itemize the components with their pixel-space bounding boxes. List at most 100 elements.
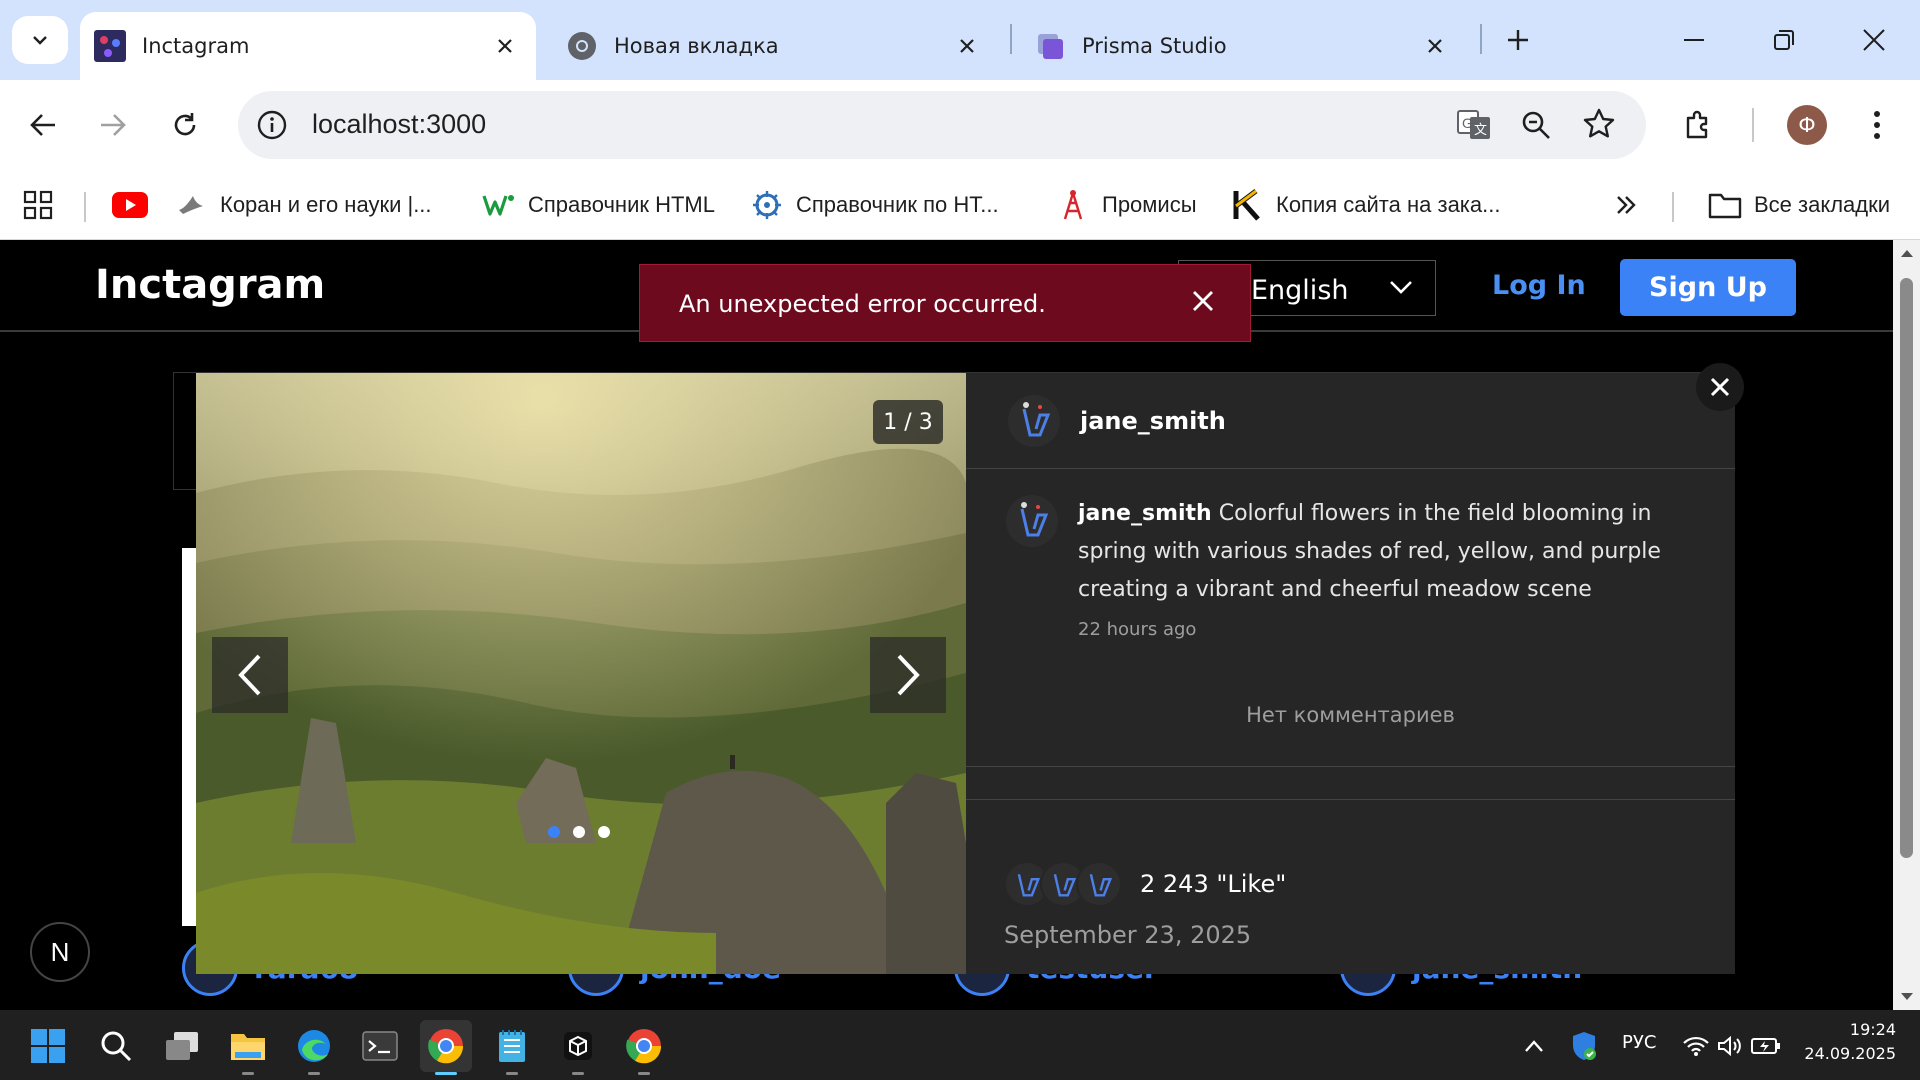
avatar: Ф (1787, 105, 1827, 145)
prev-slide-button[interactable] (212, 637, 288, 713)
login-link[interactable]: Log In (1492, 270, 1586, 301)
more-bookmarks-button[interactable] (1614, 184, 1638, 226)
chrome-icon (626, 1029, 662, 1064)
bookmark-html-reference[interactable]: Справочник HTML (482, 184, 715, 226)
running-indicator (506, 1072, 518, 1075)
chrome-profile-button[interactable] (618, 1020, 670, 1075)
scroll-down-icon[interactable] (1900, 992, 1914, 1002)
chrome-taskbar-button[interactable] (420, 1020, 472, 1075)
post-photo (196, 373, 966, 974)
address-bar[interactable]: localhost:3000 G文 (238, 91, 1646, 159)
tab-search-button[interactable] (12, 16, 68, 64)
close-window-button[interactable] (1844, 14, 1904, 66)
k-logo-icon (1230, 188, 1264, 222)
browser-toolbar: localhost:3000 G文 Ф (0, 80, 1920, 170)
bookmark-html-guide[interactable]: Справочник по HT... (750, 184, 999, 226)
toolbar-divider (1752, 108, 1754, 142)
signup-button[interactable]: Sign Up (1620, 259, 1796, 316)
bookmark-youtube[interactable] (112, 184, 148, 226)
cube-icon (564, 1032, 592, 1060)
bookmark-divider (1672, 192, 1674, 222)
chrome-icon (568, 32, 596, 60)
close-icon[interactable] (1192, 290, 1214, 312)
page-scrollbar[interactable] (1893, 240, 1920, 1010)
browser-tab-strip: Inctagram Новая вкладка Prisma Studio (0, 0, 1920, 80)
security-tray-button[interactable] (1558, 1020, 1610, 1072)
new-tab-button[interactable] (1488, 14, 1548, 66)
system-clock[interactable]: 19:24 24.09.2025 (1804, 1018, 1896, 1066)
bookmark-quran[interactable]: Коран и его науки |... (174, 184, 432, 226)
post-modal: 1 / 3 jane_smith jane_smith Colorful flo… (196, 363, 1744, 974)
tab-prisma-studio[interactable]: Prisma Studio (1020, 12, 1466, 80)
apps-grid-icon (23, 190, 53, 220)
extensions-button[interactable] (1674, 100, 1724, 150)
app-cube-button[interactable] (552, 1020, 604, 1075)
gear-wheel-icon (750, 188, 784, 222)
caption-author[interactable]: jane_smith (1078, 501, 1212, 526)
folder-icon (1708, 188, 1742, 222)
scroll-up-icon[interactable] (1900, 248, 1914, 258)
nextjs-devtools-button[interactable]: N (30, 922, 90, 982)
likes-row[interactable]: 2 243 "Like" (1004, 861, 1286, 907)
tab-title: Inctagram (142, 34, 250, 58)
site-info-icon[interactable] (256, 109, 288, 141)
plus-icon (1508, 30, 1528, 50)
slide-dot[interactable] (598, 826, 610, 838)
bookmark-divider (84, 192, 86, 222)
minimize-button[interactable] (1664, 14, 1724, 66)
terminal-button[interactable] (354, 1020, 406, 1072)
translate-icon[interactable]: G文 (1456, 107, 1492, 143)
close-tab-icon[interactable] (488, 29, 522, 63)
star-icon[interactable] (1582, 107, 1616, 141)
site-logo[interactable]: Inctagram (95, 262, 325, 308)
avatar[interactable] (1008, 394, 1060, 447)
scrollbar-thumb[interactable] (1900, 278, 1913, 858)
slide-dot[interactable] (548, 826, 560, 838)
all-bookmarks-button[interactable]: Все закладки (1708, 184, 1890, 226)
post-author[interactable]: jane_smith (1080, 407, 1226, 435)
terminal-icon (362, 1031, 398, 1061)
bookmark-promises[interactable]: Промисы (1056, 184, 1197, 226)
slide-dot[interactable] (573, 826, 585, 838)
tab-inctagram[interactable]: Inctagram (80, 12, 536, 80)
menu-button[interactable] (1852, 100, 1902, 150)
inctagram-favicon-icon (94, 30, 126, 62)
forward-button[interactable] (88, 100, 138, 150)
avatar[interactable] (1006, 495, 1058, 547)
search-button[interactable] (90, 1020, 142, 1072)
bookmark-site-copy[interactable]: Копия сайта на зака... (1230, 184, 1500, 226)
close-modal-button[interactable] (1696, 363, 1744, 411)
restore-icon (1774, 30, 1794, 50)
chevron-right-icon (897, 654, 920, 696)
search-icon (101, 1031, 132, 1062)
battery-tray-button[interactable] (1740, 1020, 1792, 1072)
reload-button[interactable] (160, 100, 210, 150)
restore-button[interactable] (1754, 14, 1814, 66)
task-view-button[interactable] (156, 1020, 208, 1072)
profile-button[interactable]: Ф (1782, 100, 1832, 150)
apps-button[interactable] (22, 184, 54, 226)
signup-label: Sign Up (1649, 272, 1767, 303)
back-button[interactable] (18, 100, 68, 150)
input-language-indicator[interactable]: РУС (1622, 1032, 1656, 1053)
folder-icon (231, 1034, 265, 1060)
bird-icon (174, 188, 208, 222)
running-indicator (435, 1072, 457, 1075)
notepad-button[interactable] (486, 1020, 538, 1075)
close-tab-icon[interactable] (950, 29, 984, 63)
close-tab-icon[interactable] (1418, 29, 1452, 63)
bookmarks-bar: Коран и его науки |... Справочник HTML С… (0, 170, 1920, 240)
zoom-icon[interactable] (1520, 109, 1552, 141)
tab-new-tab[interactable]: Новая вкладка (552, 12, 998, 80)
bookmark-label: Промисы (1102, 192, 1197, 217)
start-button[interactable] (22, 1020, 74, 1072)
next-slide-button[interactable] (870, 637, 946, 713)
tray-overflow-button[interactable] (1508, 1020, 1560, 1072)
url-text[interactable]: localhost:3000 (312, 109, 486, 140)
post-header: jane_smith (966, 373, 1735, 469)
edge-button[interactable] (288, 1020, 340, 1075)
file-explorer-button[interactable] (222, 1020, 274, 1075)
prisma-favicon-icon (1038, 34, 1063, 59)
w-logo-icon (482, 188, 516, 222)
profile-initial: Ф (1798, 113, 1816, 137)
